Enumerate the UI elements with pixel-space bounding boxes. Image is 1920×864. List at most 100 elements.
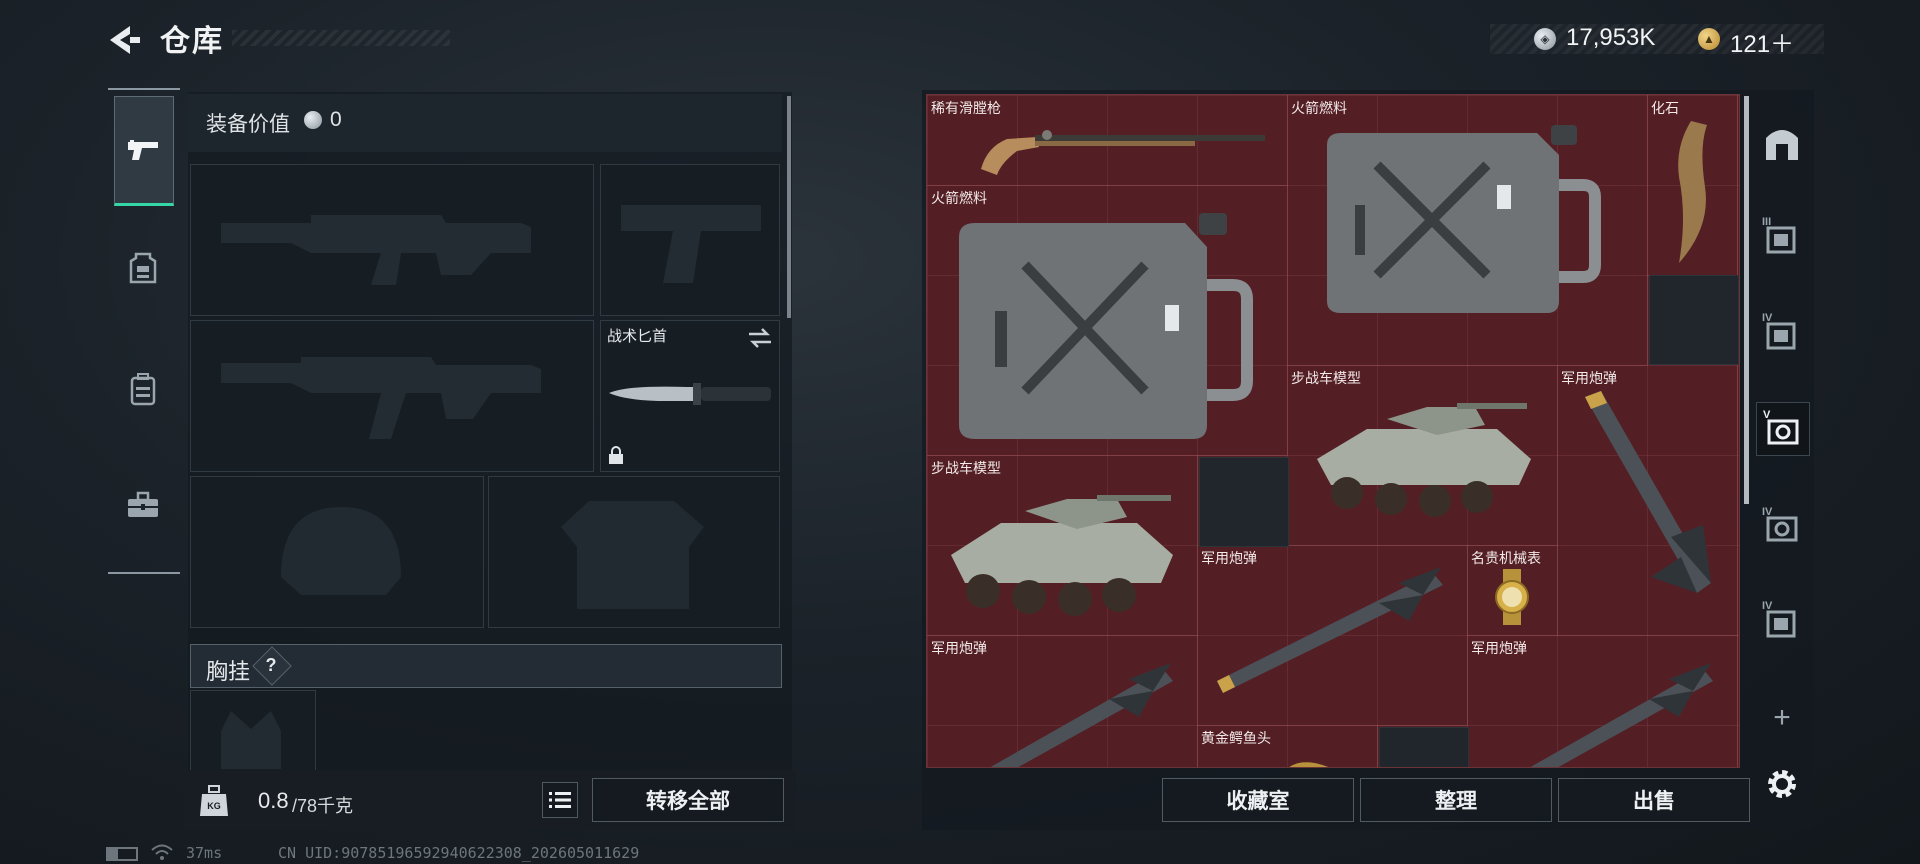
- storage-scrollbar[interactable]: [1744, 96, 1749, 504]
- tier-label: IV: [1762, 600, 1773, 612]
- helmet-slot[interactable]: [190, 476, 484, 628]
- melee-slot[interactable]: 战术匕首: [600, 320, 780, 472]
- swap-icon[interactable]: [747, 327, 773, 349]
- gear-icon: [1768, 770, 1796, 798]
- battery-icon: [106, 847, 138, 861]
- fuel-canister-icon: [959, 213, 1253, 439]
- sell-button[interactable]: 出售: [1558, 778, 1750, 822]
- storage-item-rocket-fuel[interactable]: 火箭燃料: [927, 185, 1288, 456]
- tab-backpack[interactable]: [114, 360, 172, 418]
- add-container-button[interactable]: +: [1756, 692, 1808, 744]
- storage-item-fossil[interactable]: 化石: [1647, 95, 1738, 276]
- tier-label: III: [1762, 216, 1772, 228]
- pistol-silhouette-icon: [621, 205, 761, 283]
- storage-tab-case-4b[interactable]: IV: [1756, 500, 1808, 552]
- ifv-model-icon: [1317, 403, 1531, 517]
- loadout-scrollbar[interactable]: [787, 96, 791, 318]
- storage-item-military-shell[interactable]: 军用炮弹: [1467, 635, 1738, 767]
- storage-tab-case-5[interactable]: V: [1756, 402, 1810, 456]
- tab-armor[interactable]: [114, 240, 172, 298]
- weight-icon: KG: [198, 782, 230, 818]
- rifle-silhouette-icon: [221, 215, 531, 285]
- item-label: 火箭燃料: [1291, 100, 1347, 116]
- tactical-knife-icon: [609, 383, 771, 405]
- helmet-silhouette-icon: [281, 507, 401, 595]
- storage-tab-case-4c[interactable]: IV: [1756, 594, 1808, 646]
- empty-slot[interactable]: [1649, 275, 1739, 365]
- empty-slot[interactable]: [1379, 727, 1469, 767]
- watch-icon: [1495, 569, 1529, 625]
- chest-rig-slot[interactable]: [190, 690, 316, 772]
- storage-item-military-shell[interactable]: 军用炮弹: [927, 635, 1198, 767]
- item-label: 黄金鳄鱼头: [1201, 730, 1271, 746]
- storage-item-military-shell[interactable]: 军用炮弹: [1557, 365, 1738, 636]
- armor-vest-icon: [129, 252, 157, 284]
- tab-toolbox[interactable]: [114, 476, 172, 534]
- toolbox-icon: [128, 491, 158, 517]
- rifle-silhouette-icon: [221, 357, 541, 439]
- body-armor-slot[interactable]: [488, 476, 780, 628]
- item-label: 军用炮弹: [1561, 370, 1617, 386]
- backpack-icon: [130, 373, 156, 406]
- chest-rig-silhouette-icon: [221, 711, 281, 769]
- plus-icon: +: [1773, 701, 1791, 734]
- item-label: 步战车模型: [1291, 370, 1361, 386]
- tab-weapons[interactable]: [114, 96, 174, 206]
- storage-item-rocket-fuel[interactable]: 火箭燃料: [1287, 95, 1648, 366]
- silver-coin-icon: [304, 111, 322, 129]
- tier-label: IV: [1762, 312, 1773, 324]
- item-label: 稀有滑膛枪: [931, 100, 1001, 116]
- storage-item-golden-crocodile-head[interactable]: 黄金鳄鱼头: [1197, 725, 1378, 767]
- crocodile-head-icon: [1289, 762, 1328, 767]
- collection-room-button[interactable]: 收藏室: [1162, 778, 1354, 822]
- settings-button[interactable]: [1756, 758, 1808, 810]
- back-button[interactable]: [104, 22, 144, 58]
- missile-icon: [990, 663, 1173, 767]
- page-title: 仓库: [160, 25, 224, 58]
- storage-grid: 稀有滑膛枪 火箭燃料 化石 火箭燃料 步战车模型 军用炮弹 步战车模型 军用炮弹…: [926, 94, 1740, 768]
- equipment-value-label: 装备价值: [206, 113, 290, 136]
- missile-icon: [1530, 663, 1713, 767]
- help-icon[interactable]: ?: [258, 652, 284, 678]
- lock-icon: [609, 446, 623, 464]
- storage-item-military-shell[interactable]: 军用炮弹: [1197, 545, 1468, 726]
- item-label: 名贵机械表: [1471, 550, 1541, 566]
- warehouse-icon: [1766, 130, 1798, 160]
- storage-tab-case-3[interactable]: III: [1756, 210, 1808, 262]
- sort-button[interactable]: 整理: [1360, 778, 1552, 822]
- storage-item-watch[interactable]: 名贵机械表: [1467, 545, 1558, 636]
- storage-item-ifv-model[interactable]: 步战车模型: [927, 455, 1198, 636]
- item-label: 步战车模型: [931, 460, 1001, 476]
- storage-tab-case-4[interactable]: IV: [1756, 306, 1808, 358]
- knife-label: 战术匕首: [607, 328, 668, 345]
- fuel-canister-icon: [1327, 125, 1601, 313]
- item-label: 化石: [1651, 100, 1679, 116]
- uid-text: CN UID:9078519659294062230​8_20260501162…: [278, 844, 640, 862]
- gold-amount[interactable]: 121＋: [1730, 24, 1794, 59]
- item-label: 火箭燃料: [931, 190, 987, 206]
- gold-coin-icon: ▲: [1698, 28, 1720, 50]
- silver-amount: 17,953K: [1566, 24, 1656, 51]
- sidearm-slot[interactable]: [600, 164, 780, 316]
- chest-rig-label: 胸挂: [206, 659, 251, 684]
- storage-tab-main[interactable]: [1756, 118, 1808, 170]
- storage-item-ifv-model[interactable]: 步战车模型: [1287, 365, 1558, 546]
- silver-coin-icon: ◈: [1534, 28, 1556, 50]
- weight-current: 0.8: [258, 788, 289, 813]
- ping-text: 37ms: [186, 844, 223, 862]
- title-decoration: [232, 30, 450, 46]
- storage-item-musket[interactable]: 稀有滑膛枪: [927, 95, 1288, 186]
- transfer-all-button[interactable]: 转移全部: [592, 778, 784, 822]
- body-armor-silhouette-icon: [561, 501, 704, 609]
- wifi-icon: [151, 844, 173, 860]
- empty-slot[interactable]: [1199, 457, 1289, 547]
- musket-icon: [981, 130, 1265, 175]
- tier-label: V: [1763, 409, 1771, 421]
- secondary-weapon-slot[interactable]: [190, 320, 594, 472]
- ifv-model-icon: [951, 495, 1173, 616]
- missile-icon: [1217, 567, 1443, 693]
- list-view-button[interactable]: [542, 782, 578, 818]
- weight-icon-text: KG: [207, 801, 221, 811]
- primary-weapon-slot[interactable]: [190, 164, 594, 316]
- back-arrow-icon: [110, 26, 140, 54]
